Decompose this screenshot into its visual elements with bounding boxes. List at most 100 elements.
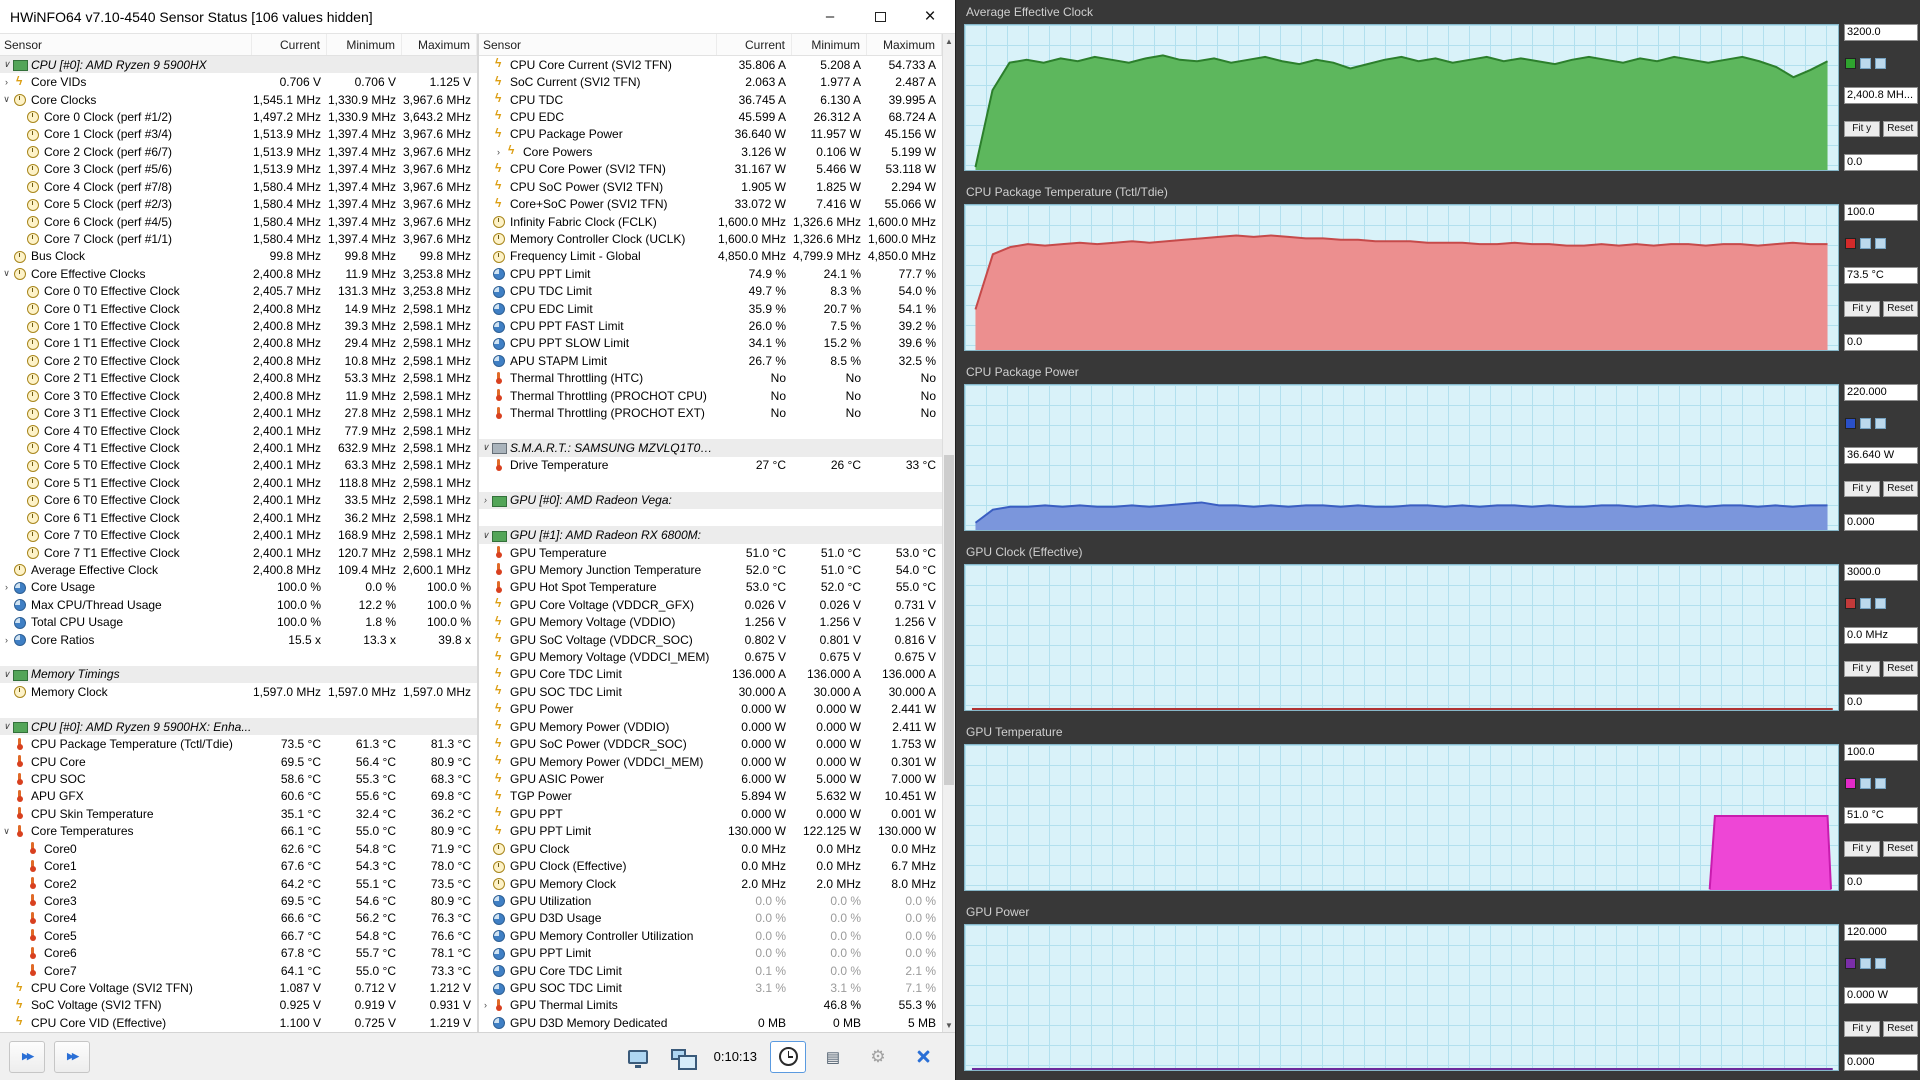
sensor-row[interactable]: › Core Powers 3.126 W 0.106 W 5.199 W — [479, 143, 942, 160]
expand-arrow[interactable]: › — [0, 582, 13, 592]
sensor-row[interactable]: Core 0 T0 Effective Clock 2,405.7 MHz 131.… — [0, 282, 477, 299]
column-header-current[interactable]: Current — [717, 34, 792, 55]
sensor-row[interactable]: › Core Usage 100.0 % 0.0 % 100.0 % — [0, 579, 477, 596]
sensor-row[interactable]: Core 5 Clock (perf #2/3) 1,580.4 MHz 1,397… — [0, 195, 477, 212]
sensor-row[interactable]: CPU PPT Limit 74.9 % 24.1 % 77.7 % — [479, 265, 942, 282]
sensor-row[interactable]: Frequency Limit - Global 4,850.0 MHz 4,799… — [479, 248, 942, 265]
graph-option-box[interactable] — [1875, 778, 1886, 790]
sensor-row[interactable]: CPU PPT FAST Limit 26.0 % 7.5 % 39.2 % — [479, 317, 942, 334]
sensor-row[interactable]: Core 3 T1 Effective Clock 2,400.1 MHz 27.8… — [0, 404, 477, 421]
sensor-row[interactable]: Drive Temperature 27 °C 26 °C 33 °C — [479, 457, 942, 474]
sensor-row[interactable]: Memory Clock 1,597.0 MHz 1,597.0 MHz 1,597.… — [0, 683, 477, 700]
fit-y-button[interactable]: Fit y — [1844, 660, 1880, 677]
expand-arrow[interactable]: ∨ — [479, 530, 492, 541]
sensor-row[interactable]: › GPU Thermal Limits 46.8 % 55.3 % — [479, 997, 942, 1014]
vertical-scrollbar[interactable]: ▲ ▼ — [942, 34, 955, 1032]
sensor-row[interactable]: SoC Current (SVI2 TFN) 2.063 A 1.977 A 2.48… — [479, 73, 942, 90]
column-header-minimum[interactable]: Minimum — [327, 34, 402, 55]
sensor-row[interactable]: Core 7 T1 Effective Clock 2,400.1 MHz 120.… — [0, 544, 477, 561]
column-header-minimum[interactable]: Minimum — [792, 34, 867, 55]
expand-arrow[interactable]: › — [0, 77, 13, 87]
sensor-row[interactable]: CPU Core Current (SVI2 TFN) 35.806 A 5.208… — [479, 56, 942, 73]
column-header-maximum[interactable]: Maximum — [867, 34, 942, 55]
sensor-row[interactable]: Core 6 Clock (perf #4/5) 1,580.4 MHz 1,397… — [0, 213, 477, 230]
sensor-row[interactable]: › Core Ratios 15.5 x 13.3 x 39.8 x — [0, 631, 477, 648]
sensor-row[interactable]: Thermal Throttling (PROCHOT CPU) No No No — [479, 387, 942, 404]
sensor-row[interactable]: GPU ASIC Power 6.000 W 5.000 W 7.000 W — [479, 770, 942, 787]
group-header-row[interactable]: ∨ Memory Timings — [0, 665, 477, 684]
group-header-row[interactable]: ∨ S.M.A.R.T.: SAMSUNG MZVLQ1T0H... — [479, 439, 942, 457]
sensor-row[interactable]: Thermal Throttling (PROCHOT EXT) No No No — [479, 404, 942, 421]
sensor-row[interactable]: Core0 62.6 °C 54.8 °C 71.9 °C — [0, 840, 477, 857]
shrink-panel-left-button[interactable]: ▶▶ — [9, 1040, 45, 1073]
sensor-row[interactable]: Core4 66.6 °C 56.2 °C 76.3 °C — [0, 910, 477, 927]
sensor-row[interactable]: Core 5 T1 Effective Clock 2,400.1 MHz 118.… — [0, 474, 477, 491]
expand-arrow[interactable]: ∨ — [0, 721, 13, 732]
sensor-row[interactable]: Core 7 Clock (perf #1/1) 1,580.4 MHz 1,397… — [0, 230, 477, 247]
graph-option-box[interactable] — [1875, 958, 1886, 970]
sensor-row[interactable]: GPU SoC Voltage (VDDCR_SOC) 0.802 V 0.801 … — [479, 631, 942, 648]
logging-button[interactable]: ▤ — [815, 1041, 851, 1073]
sensor-row[interactable]: › Core VIDs 0.706 V 0.706 V 1.125 V — [0, 73, 477, 90]
sensor-row[interactable]: ∨ Core Effective Clocks 2,400.8 MHz 11.9 MH… — [0, 265, 477, 282]
sensor-row[interactable]: Core 4 Clock (perf #7/8) 1,580.4 MHz 1,397… — [0, 178, 477, 195]
sensor-rows-middle[interactable]: CPU Core Current (SVI2 TFN) 35.806 A 5.208… — [479, 56, 942, 1032]
sensor-row[interactable]: Core5 66.7 °C 54.8 °C 76.6 °C — [0, 927, 477, 944]
fit-y-button[interactable]: Fit y — [1844, 1020, 1880, 1037]
reset-button[interactable]: Reset — [1882, 840, 1918, 857]
sensor-row[interactable]: Core 6 T1 Effective Clock 2,400.1 MHz 36.2… — [0, 509, 477, 526]
sensor-rows-left[interactable]: ∨ CPU [#0]: AMD Ryzen 9 5900HX › Core VIDs 0… — [0, 56, 477, 1032]
sensor-row[interactable]: Core 2 T1 Effective Clock 2,400.8 MHz 53.3… — [0, 370, 477, 387]
graph-option-box[interactable] — [1860, 778, 1871, 790]
sensor-row[interactable]: GPU Memory Junction Temperature 52.0 °C 51… — [479, 561, 942, 578]
sensor-row[interactable]: Core 0 T1 Effective Clock 2,400.8 MHz 14.9… — [0, 300, 477, 317]
window-titlebar[interactable]: HWiNFO64 v7.10-4540 Sensor Status [106 v… — [0, 0, 955, 34]
sensor-row[interactable]: Core 6 T0 Effective Clock 2,400.1 MHz 33.5… — [0, 492, 477, 509]
reset-button[interactable]: Reset — [1882, 300, 1918, 317]
expand-arrow[interactable]: ∨ — [0, 826, 13, 837]
sensor-row[interactable]: Core 1 T0 Effective Clock 2,400.8 MHz 39.3… — [0, 317, 477, 334]
sensor-row[interactable]: GPU D3D Usage 0.0 % 0.0 % 0.0 % — [479, 910, 942, 927]
sensor-row[interactable]: GPU SoC Power (VDDCR_SOC) 0.000 W 0.000 W 1… — [479, 735, 942, 752]
shrink-panel-right-button[interactable]: ▶▶ — [54, 1040, 90, 1073]
sensor-row[interactable]: GPU Hot Spot Temperature 53.0 °C 52.0 °C 55… — [479, 579, 942, 596]
graph-option-box[interactable] — [1860, 58, 1871, 70]
expand-arrow[interactable]: ∨ — [0, 268, 13, 279]
group-header-row[interactable]: ∨ CPU [#0]: AMD Ryzen 9 5900HX — [0, 56, 477, 74]
graph-option-box[interactable] — [1860, 238, 1871, 250]
sensor-row[interactable]: GPU PPT 0.000 W 0.000 W 0.001 W — [479, 805, 942, 822]
sensor-row[interactable]: GPU SOC TDC Limit 30.000 A 30.000 A 30.000 … — [479, 683, 942, 700]
sensor-row[interactable]: Total CPU Usage 100.0 % 1.8 % 100.0 % — [0, 614, 477, 631]
group-header-row[interactable]: ∨ CPU [#0]: AMD Ryzen 9 5900HX: Enha... — [0, 718, 477, 736]
sensor-row[interactable]: Core 3 T0 Effective Clock 2,400.8 MHz 11.9… — [0, 387, 477, 404]
sensor-row[interactable]: Core 7 T0 Effective Clock 2,400.1 MHz 168.… — [0, 526, 477, 543]
sensor-row[interactable]: GPU Memory Voltage (VDDCI_MEM) 0.675 V 0.6… — [479, 648, 942, 665]
sensor-row[interactable]: GPU Utilization 0.0 % 0.0 % 0.0 % — [479, 892, 942, 909]
close-sensors-button[interactable] — [905, 1041, 941, 1073]
sensor-row[interactable]: CPU PPT SLOW Limit 34.1 % 15.2 % 39.6 % — [479, 335, 942, 352]
graph-option-box[interactable] — [1860, 598, 1871, 610]
sensor-row[interactable]: Core3 69.5 °C 54.6 °C 80.9 °C — [0, 892, 477, 909]
minimize-button[interactable]: – — [805, 0, 855, 33]
reset-button[interactable]: Reset — [1882, 1020, 1918, 1037]
group-header-row[interactable]: ∨ GPU [#1]: AMD Radeon RX 6800M: — [479, 526, 942, 544]
sensor-row[interactable]: Core 4 T1 Effective Clock 2,400.1 MHz 632.… — [0, 439, 477, 456]
sensor-row[interactable]: Core1 67.6 °C 54.3 °C 78.0 °C — [0, 857, 477, 874]
sensor-row[interactable]: Memory Controller Clock (UCLK) 1,600.0 MH… — [479, 230, 942, 247]
sensor-row[interactable]: CPU Package Power 36.640 W 11.957 W 45.156 … — [479, 126, 942, 143]
sensor-row[interactable]: GPU Core TDC Limit 136.000 A 136.000 A 136.… — [479, 666, 942, 683]
sensor-row[interactable]: Core 1 T1 Effective Clock 2,400.8 MHz 29.4… — [0, 335, 477, 352]
sensor-row[interactable]: Core 1 Clock (perf #3/4) 1,513.9 MHz 1,397… — [0, 126, 477, 143]
fit-y-button[interactable]: Fit y — [1844, 120, 1880, 137]
sensor-row[interactable]: GPU Temperature 51.0 °C 51.0 °C 53.0 °C — [479, 544, 942, 561]
sensor-row[interactable]: CPU Skin Temperature 35.1 °C 32.4 °C 36.2 °… — [0, 805, 477, 822]
sensor-row[interactable]: GPU D3D Memory Dedicated 0 MB 0 MB 5 MB — [479, 1014, 942, 1031]
sensor-row[interactable]: CPU Core Voltage (SVI2 TFN) 1.087 V 0.712 … — [0, 979, 477, 996]
sensor-row[interactable]: CPU TDC Limit 49.7 % 8.3 % 54.0 % — [479, 282, 942, 299]
expand-arrow[interactable]: ∨ — [0, 94, 13, 105]
sensor-row[interactable]: Core2 64.2 °C 55.1 °C 73.5 °C — [0, 875, 477, 892]
scrollbar-thumb[interactable] — [944, 455, 954, 786]
sensor-row[interactable]: GPU Memory Controller Utilization 0.0 % 0.… — [479, 927, 942, 944]
reset-button[interactable]: Reset — [1882, 120, 1918, 137]
sensor-row[interactable]: SoC Voltage (SVI2 TFN) 0.925 V 0.919 V 0.93… — [0, 997, 477, 1014]
